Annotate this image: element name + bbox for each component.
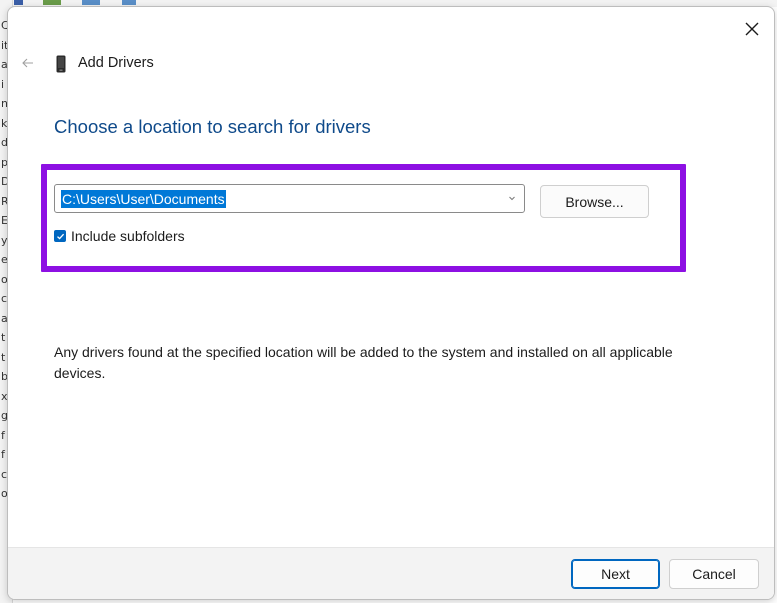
back-arrow-icon	[22, 58, 33, 68]
include-subfolders-label: Include subfolders	[71, 228, 185, 244]
cancel-button[interactable]: Cancel	[669, 559, 759, 589]
chevron-down-icon[interactable]	[506, 192, 518, 204]
dialog-title: Add Drivers	[78, 55, 154, 71]
info-text: Any drivers found at the specified locat…	[54, 344, 673, 381]
driver-path-text: C:\Users\User\Documents	[61, 190, 226, 208]
highlight-annotation-box	[41, 164, 686, 272]
driver-path-combobox[interactable]: C:\Users\User\Documents	[54, 184, 525, 213]
checkbox-box[interactable]	[54, 230, 66, 242]
next-button[interactable]: Next	[571, 559, 660, 589]
checkmark-icon	[56, 233, 64, 240]
close-button[interactable]	[736, 13, 768, 45]
add-drivers-dialog: Add Drivers Choose a location to search …	[7, 6, 775, 600]
back-button[interactable]	[16, 52, 40, 74]
include-subfolders-checkbox[interactable]: Include subfolders	[54, 228, 185, 244]
device-icon	[56, 55, 66, 73]
dialog-footer: Next Cancel	[8, 547, 774, 599]
browse-button[interactable]: Browse...	[540, 185, 649, 218]
page-heading: Choose a location to search for drivers	[54, 116, 371, 137]
close-icon	[745, 22, 759, 36]
